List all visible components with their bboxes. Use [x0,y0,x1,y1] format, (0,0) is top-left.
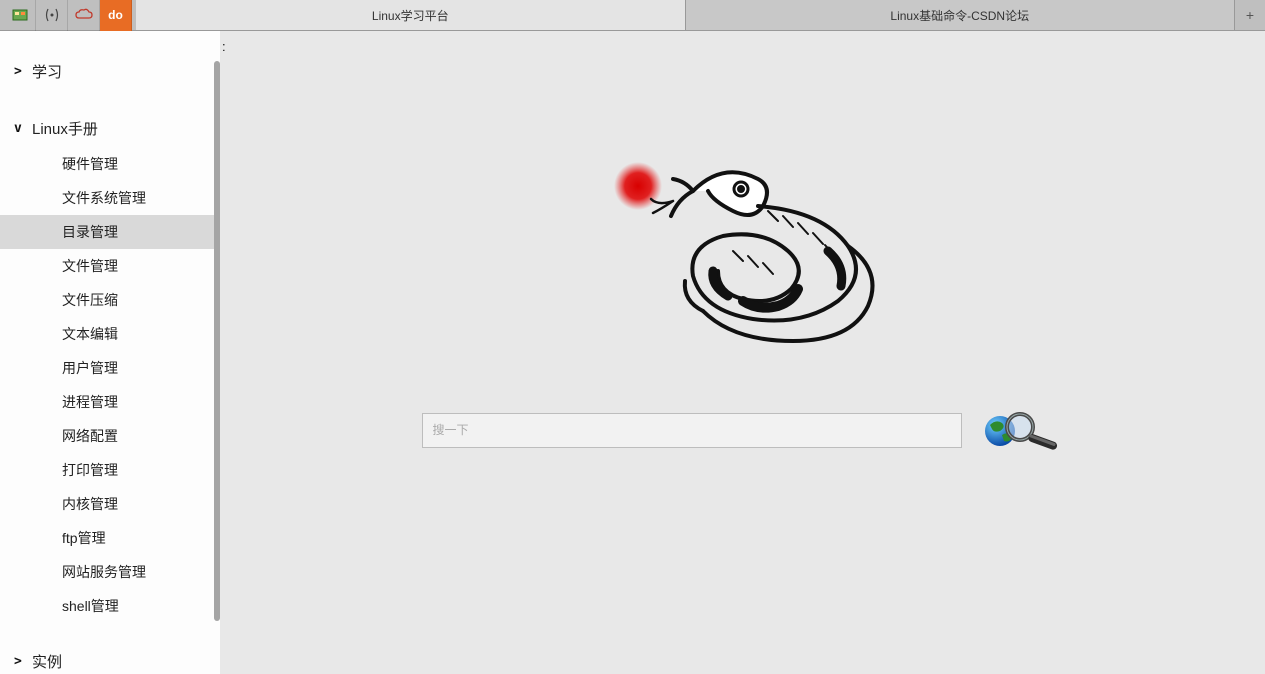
nav-item-ftp[interactable]: ftp管理 [0,521,214,555]
nav-header-examples-label: 实例 [32,651,62,672]
globe-magnifier-icon [980,409,1064,451]
content-area: : [220,31,1265,674]
nav-item-compress[interactable]: 文件压缩 [0,283,214,317]
nav-section-examples: > 实例 [0,643,214,674]
nav-item-web-service[interactable]: 网站服务管理 [0,555,214,589]
search-input[interactable] [422,413,962,448]
tab-add-button[interactable]: + [1235,0,1265,30]
nav-header-study-label: 学习 [32,61,62,82]
nav-section-linux-manual: v Linux手册 硬件管理 文件系统管理 目录管理 文件管理 文件压缩 文本编… [0,110,214,623]
browser-tabbar: do Linux学习平台 Linux基础命令-CSDN论坛 + [0,0,1265,31]
content-colon: : [222,39,226,54]
tabbar-icon-do-label: do [108,8,123,22]
tab-active[interactable]: Linux学习平台 [136,0,686,30]
nav-header-study[interactable]: > 学习 [0,53,214,90]
nav-header-linux-manual-label: Linux手册 [32,118,98,139]
nav-header-examples[interactable]: > 实例 [0,643,214,674]
nav-item-network[interactable]: 网络配置 [0,419,214,453]
nav-item-file[interactable]: 文件管理 [0,249,214,283]
nav-section-study: > 学习 [0,53,214,90]
tabbar-icon-2[interactable] [36,0,68,31]
nav-item-kernel[interactable]: 内核管理 [0,487,214,521]
chevron-right-icon: > [14,654,22,669]
nav-item-directory[interactable]: 目录管理 [0,215,214,249]
tab-inactive[interactable]: Linux基础命令-CSDN论坛 [686,0,1236,30]
nav-item-user[interactable]: 用户管理 [0,351,214,385]
search-button[interactable] [980,409,1064,451]
nav-item-shell[interactable]: shell管理 [0,589,214,623]
chevron-right-icon: > [14,64,22,79]
nav-item-hardware[interactable]: 硬件管理 [0,147,214,181]
tabbar-icon-group: do [0,0,136,30]
nav-item-process[interactable]: 进程管理 [0,385,214,419]
tabbar-icon-cloud[interactable] [68,0,100,31]
nav-item-print[interactable]: 打印管理 [0,453,214,487]
nav-item-filesystem[interactable]: 文件系统管理 [0,181,214,215]
tabbar-icon-do[interactable]: do [100,0,132,31]
chevron-down-icon: v [14,121,22,136]
tabbar-icon-1[interactable] [4,0,36,31]
nav-item-text-edit[interactable]: 文本编辑 [0,317,214,351]
nav-sub-linux-manual: 硬件管理 文件系统管理 目录管理 文件管理 文件压缩 文本编辑 用户管理 进程管… [0,147,214,623]
sidebar-container: > 学习 v Linux手册 硬件管理 文件系统管理 目录管理 文件管理 文件压… [0,31,220,674]
plus-icon: + [1246,7,1254,23]
search-row [422,409,1064,451]
tab-inactive-label: Linux基础命令-CSDN论坛 [890,7,1029,24]
workspace: > 学习 v Linux手册 硬件管理 文件系统管理 目录管理 文件管理 文件压… [0,31,1265,674]
tab-active-label: Linux学习平台 [372,7,449,24]
nav-header-linux-manual[interactable]: v Linux手册 [0,110,214,147]
logo-snake [593,151,893,351]
sidebar: > 学习 v Linux手册 硬件管理 文件系统管理 目录管理 文件管理 文件压… [0,31,214,674]
